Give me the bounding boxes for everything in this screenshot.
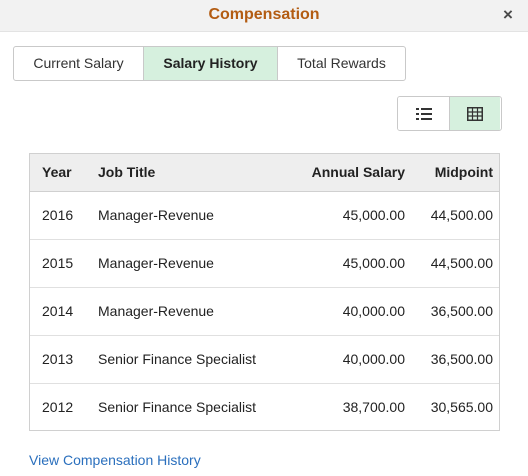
cell-annual-salary: 45,000.00	[288, 238, 411, 287]
column-header-job-title: Job Title	[98, 154, 288, 192]
tab-salary-history[interactable]: Salary History	[143, 47, 277, 80]
column-header-midpoint: Midpoint	[411, 154, 499, 192]
table-header-row: Year Job Title Annual Salary Midpoint	[30, 154, 499, 192]
grid-view-button[interactable]	[449, 97, 500, 130]
cell-midpoint: 44,500.00	[430, 207, 493, 223]
column-header-year: Year	[30, 154, 98, 192]
tab-total-rewards[interactable]: Total Rewards	[277, 47, 405, 80]
table-row: 2012 Senior Finance Specialist 38,700.00…	[30, 382, 499, 431]
table-row: 2016 Manager-Revenue 45,000.00 44,500.00	[30, 191, 499, 239]
cell-year: 2016	[42, 207, 74, 223]
list-icon	[415, 107, 432, 120]
cell-year: 2015	[30, 238, 98, 287]
cell-midpoint: 44,500.00	[411, 238, 499, 287]
cell-job-title: Manager-Revenue	[98, 286, 288, 335]
table-row: 2013 Senior Finance Specialist 40,000.00…	[30, 334, 499, 383]
cell-job-title: Manager-Revenue	[98, 238, 288, 287]
cell-job-title: Manager-Revenue	[98, 207, 214, 223]
cell-year: 2013	[30, 334, 98, 383]
cell-job-title: Senior Finance Specialist	[98, 382, 288, 431]
cell-year: 2014	[30, 286, 98, 335]
table-row: 2015 Manager-Revenue 45,000.00 44,500.00	[30, 238, 499, 287]
salary-history-table: Year Job Title Annual Salary Midpoint 20…	[29, 153, 500, 431]
view-compensation-history-link[interactable]: View Compensation History	[29, 452, 201, 468]
tab-bar: Current Salary Salary History Total Rewa…	[13, 46, 406, 81]
column-header-annual-salary: Annual Salary	[288, 154, 411, 192]
cell-midpoint: 30,565.00	[411, 382, 499, 431]
tab-current-salary[interactable]: Current Salary	[14, 47, 143, 80]
cell-midpoint: 36,500.00	[411, 286, 499, 335]
list-view-button[interactable]	[398, 97, 449, 130]
cell-job-title: Senior Finance Specialist	[98, 334, 288, 383]
cell-midpoint: 36,500.00	[411, 334, 499, 383]
grid-icon	[467, 106, 483, 121]
close-button[interactable]: ×	[499, 5, 517, 25]
cell-annual-salary: 40,000.00	[288, 286, 411, 335]
cell-annual-salary: 45,000.00	[342, 207, 405, 223]
cell-annual-salary: 38,700.00	[288, 382, 411, 431]
cell-year: 2012	[30, 382, 98, 431]
dialog-header: Compensation ×	[0, 0, 528, 32]
table-row: 2014 Manager-Revenue 40,000.00 36,500.00	[30, 286, 499, 335]
view-toggle	[397, 96, 502, 131]
dialog-title: Compensation	[208, 6, 320, 23]
cell-annual-salary: 40,000.00	[288, 334, 411, 383]
